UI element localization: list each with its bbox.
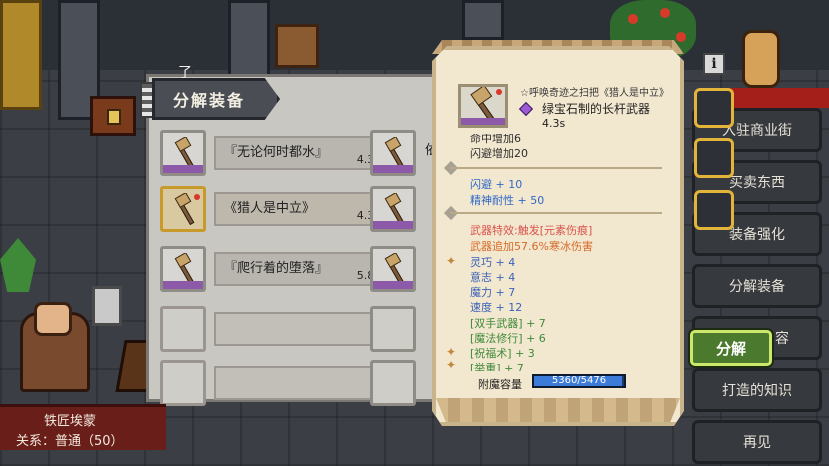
red-rug	[730, 88, 829, 108]
info-button[interactable]: i	[703, 53, 725, 75]
fruit	[676, 32, 686, 42]
item-label-empty	[214, 366, 390, 400]
npc-name: 铁匠埃蒙	[44, 414, 97, 429]
gem-socket-slot[interactable]	[694, 88, 734, 128]
item-label: 《猎人是中立》 4.3s	[214, 192, 390, 226]
blacksmith-npc-head	[34, 302, 72, 336]
menu-button-disassemble[interactable]: 分解装备	[692, 264, 822, 308]
lamp	[92, 286, 122, 326]
tooltip-subtitle: 绿宝石制的长杆武器	[542, 102, 651, 116]
list-item-empty[interactable]	[160, 306, 390, 352]
player-character	[742, 30, 780, 88]
item-slot-empty[interactable]	[370, 306, 416, 352]
enchant-capacity-bar: 5360/5476	[532, 374, 626, 388]
item-slot[interactable]	[370, 186, 416, 232]
menu-button-crafting-knowledge[interactable]: 打造的知识	[692, 368, 822, 412]
menu-button-goodbye[interactable]: 再见	[692, 420, 822, 464]
list-item-selected[interactable]: 《猎人是中立》 4.3s	[160, 186, 390, 232]
rarity-stripe	[373, 165, 413, 173]
enchant-capacity-label: 附魔容量	[478, 378, 522, 391]
attribute-bullet-icon: ✦	[446, 254, 457, 268]
gem-socket-slot[interactable]	[694, 190, 734, 230]
shelf-decoration	[0, 0, 42, 110]
list-item-empty[interactable]	[160, 360, 390, 406]
panel-title: 分解装备	[152, 78, 280, 120]
tooltip-item-icon	[458, 84, 508, 128]
separator	[450, 212, 662, 214]
stat-line: 闪避增加20	[470, 147, 528, 160]
skill-bullet-icon: ✦	[446, 358, 457, 372]
item-label: 『无论何时都水』 4.3s	[214, 136, 390, 170]
rarity-stripe	[461, 118, 505, 125]
rarity-stripe	[373, 281, 413, 289]
stat-line-blue: 精神耐性 + 50	[470, 194, 545, 207]
item-slot[interactable]: 依	[370, 130, 438, 176]
npc-relation: 关系：普通（50）	[16, 434, 124, 449]
attribute-line: 魔力 + 7	[470, 286, 516, 299]
attribute-line: 灵巧 + 4	[470, 256, 516, 269]
item-label: 『爬行着的堕落』 5.8s	[214, 252, 390, 286]
fruit	[660, 8, 670, 18]
item-slot[interactable]	[370, 246, 416, 292]
rarity-stripe	[373, 221, 413, 229]
skill-bullet-icon: ✦	[446, 345, 457, 359]
list-item[interactable]: 『爬行着的堕落』 5.8s	[160, 246, 390, 292]
crate	[275, 24, 319, 68]
separator	[450, 167, 662, 169]
item-slot[interactable]	[160, 306, 206, 352]
gem-socket-slot[interactable]	[694, 138, 734, 178]
tooltip-bottom-trim	[436, 398, 680, 422]
tooltip-title: ☆呼唤奇迹之扫把《猎人是中立》	[520, 88, 669, 99]
enchant-capacity-value: 5360/5476	[551, 375, 607, 386]
disassemble-panel	[146, 74, 436, 402]
skill-line: [祝福术] + 3	[470, 347, 535, 360]
rarity-stripe	[163, 281, 203, 289]
broom-weapon-icon	[174, 193, 200, 226]
item-name: 『无论何时都水』	[224, 145, 329, 160]
item-slot[interactable]	[160, 186, 206, 232]
stat-line-blue: 闪避 + 10	[470, 178, 523, 191]
skill-line: [双手武器] + 7	[470, 317, 546, 330]
fruit	[628, 14, 638, 24]
cursor-text: 了	[178, 65, 192, 81]
skill-line: [魔法修行] + 6	[470, 332, 546, 345]
special-effect-line: 武器追加57.6%寒冰伤害	[470, 240, 593, 253]
tooltip-time: 4.3s	[542, 117, 566, 130]
pillar	[462, 0, 504, 40]
item-label-empty	[214, 312, 390, 346]
attribute-line: 意志 + 4	[470, 271, 516, 284]
item-slot[interactable]	[160, 360, 206, 406]
item-slot[interactable]	[160, 130, 206, 176]
item-slot[interactable]	[160, 246, 206, 292]
list-item[interactable]: 『无论何时都水』 4.3s	[160, 130, 390, 176]
item-slot-empty[interactable]	[370, 360, 416, 406]
item-name: 《猎人是中立》	[224, 201, 316, 216]
rarity-stripe	[163, 165, 203, 173]
treasure-chest	[90, 96, 136, 136]
attribute-line: 速度 + 12	[470, 301, 523, 314]
special-effect-line: 武器特效:触发[元素伤痕]	[470, 224, 593, 237]
decompose-button[interactable]: 分解	[690, 330, 772, 366]
item-name: 『爬行着的堕落』	[224, 261, 329, 276]
